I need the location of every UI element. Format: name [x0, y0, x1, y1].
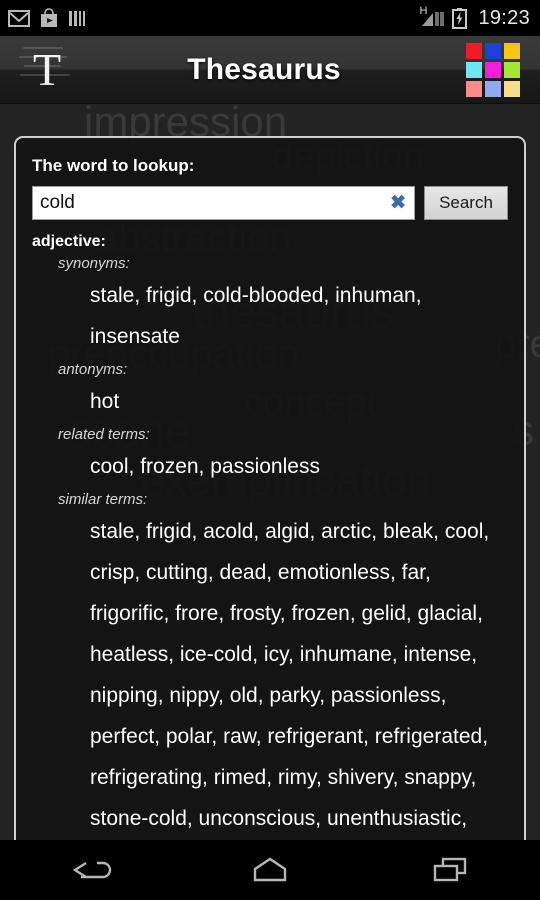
- gmail-icon: [8, 9, 30, 27]
- clear-icon[interactable]: ✖: [390, 194, 406, 213]
- android-nav-bar: [0, 840, 540, 900]
- grid-cell-4: [466, 61, 482, 78]
- grid-cell-5: [485, 61, 501, 78]
- search-button[interactable]: Search: [424, 186, 508, 220]
- grid-cell-2: [485, 42, 501, 59]
- section-label-similar: similar terms:: [58, 491, 148, 508]
- thesaurus-logo[interactable]: T: [16, 41, 78, 99]
- section-label-related: related terms:: [58, 426, 150, 443]
- search-row: ✖ Search: [32, 186, 508, 220]
- play-store-icon: [41, 8, 57, 27]
- results-list: adjective: synonyms: stale, frigid, cold…: [32, 233, 508, 839]
- back-button[interactable]: [35, 846, 145, 894]
- grid-cell-9: [504, 80, 520, 97]
- logo-letter: T: [32, 43, 62, 95]
- section-body-antonyms: hot: [90, 390, 120, 413]
- action-bar: T Thesaurus: [0, 36, 540, 104]
- home-button[interactable]: [215, 846, 325, 894]
- part-of-speech: adjective:: [32, 233, 106, 250]
- grid-cell-3: [504, 42, 520, 59]
- recents-button[interactable]: [395, 846, 505, 894]
- result-section: related terms: cool, frozen, passionless: [32, 426, 508, 487]
- status-notification-icons: [8, 8, 86, 28]
- grid-cell-6: [504, 61, 520, 78]
- lookup-label: The word to lookup:: [32, 156, 195, 175]
- section-body-synonyms: stale, frigid, cold-blooded, inhuman, in…: [90, 284, 422, 348]
- back-arrow-icon: [72, 861, 112, 879]
- section-body-similar: stale, frigid, acold, algid, arctic, ble…: [90, 520, 490, 830]
- grid-cell-7: [466, 80, 482, 97]
- home-icon: [253, 857, 287, 882]
- result-section: synonyms: stale, frigid, cold-blooded, i…: [32, 255, 508, 357]
- section-body-related: cool, frozen, passionless: [90, 455, 320, 478]
- phone-screen: H 19:23 T Thesaurus impression The word …: [0, 0, 540, 900]
- search-input[interactable]: [33, 187, 414, 219]
- bars-icon: [69, 10, 85, 26]
- lookup-panel: The word to lookup: ✖ Search adjective: …: [14, 136, 526, 840]
- battery-charging-icon: [452, 7, 468, 29]
- grid-cell-8: [485, 80, 501, 97]
- section-label-synonyms: synonyms:: [58, 255, 130, 272]
- result-section: similar terms: stale, frigid, acold, alg…: [32, 491, 508, 839]
- result-section: antonyms: hot: [32, 361, 508, 422]
- status-clock: 19:23: [478, 6, 530, 29]
- page-title: Thesaurus: [187, 52, 341, 86]
- section-label-antonyms: antonyms:: [58, 361, 128, 378]
- color-grid-menu-button[interactable]: [464, 42, 522, 97]
- grid-cell-1: [466, 42, 482, 59]
- content-area: impressiondepictionabstractionthesaurusp…: [0, 104, 540, 840]
- search-field[interactable]: ✖: [32, 186, 415, 220]
- signal-bars-icon: H: [419, 5, 445, 28]
- status-bar: H 19:23: [0, 0, 540, 36]
- recents-icon: [433, 857, 467, 882]
- status-system-icons: H 19:23: [419, 5, 530, 30]
